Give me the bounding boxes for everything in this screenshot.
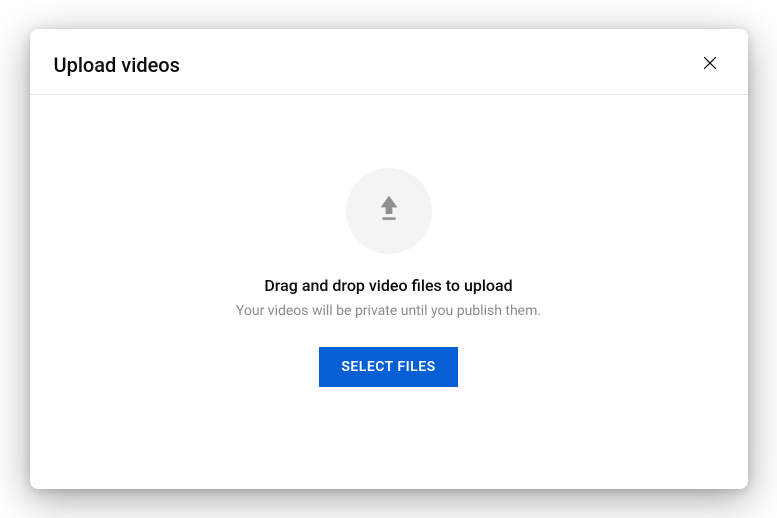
upload-subtext: Your videos will be private until you pu… (236, 303, 541, 319)
upload-modal: Upload videos Drag and drop video files … (30, 29, 748, 489)
close-button[interactable] (696, 49, 724, 80)
modal-content: Drag and drop video files to upload Your… (30, 95, 748, 489)
close-icon (700, 53, 720, 76)
select-files-button[interactable]: SELECT FILES (319, 347, 457, 387)
upload-dropzone[interactable] (346, 168, 432, 254)
modal-title: Upload videos (54, 53, 180, 77)
upload-arrow-icon (369, 189, 409, 233)
upload-heading: Drag and drop video files to upload (264, 276, 512, 295)
modal-header: Upload videos (30, 29, 748, 95)
